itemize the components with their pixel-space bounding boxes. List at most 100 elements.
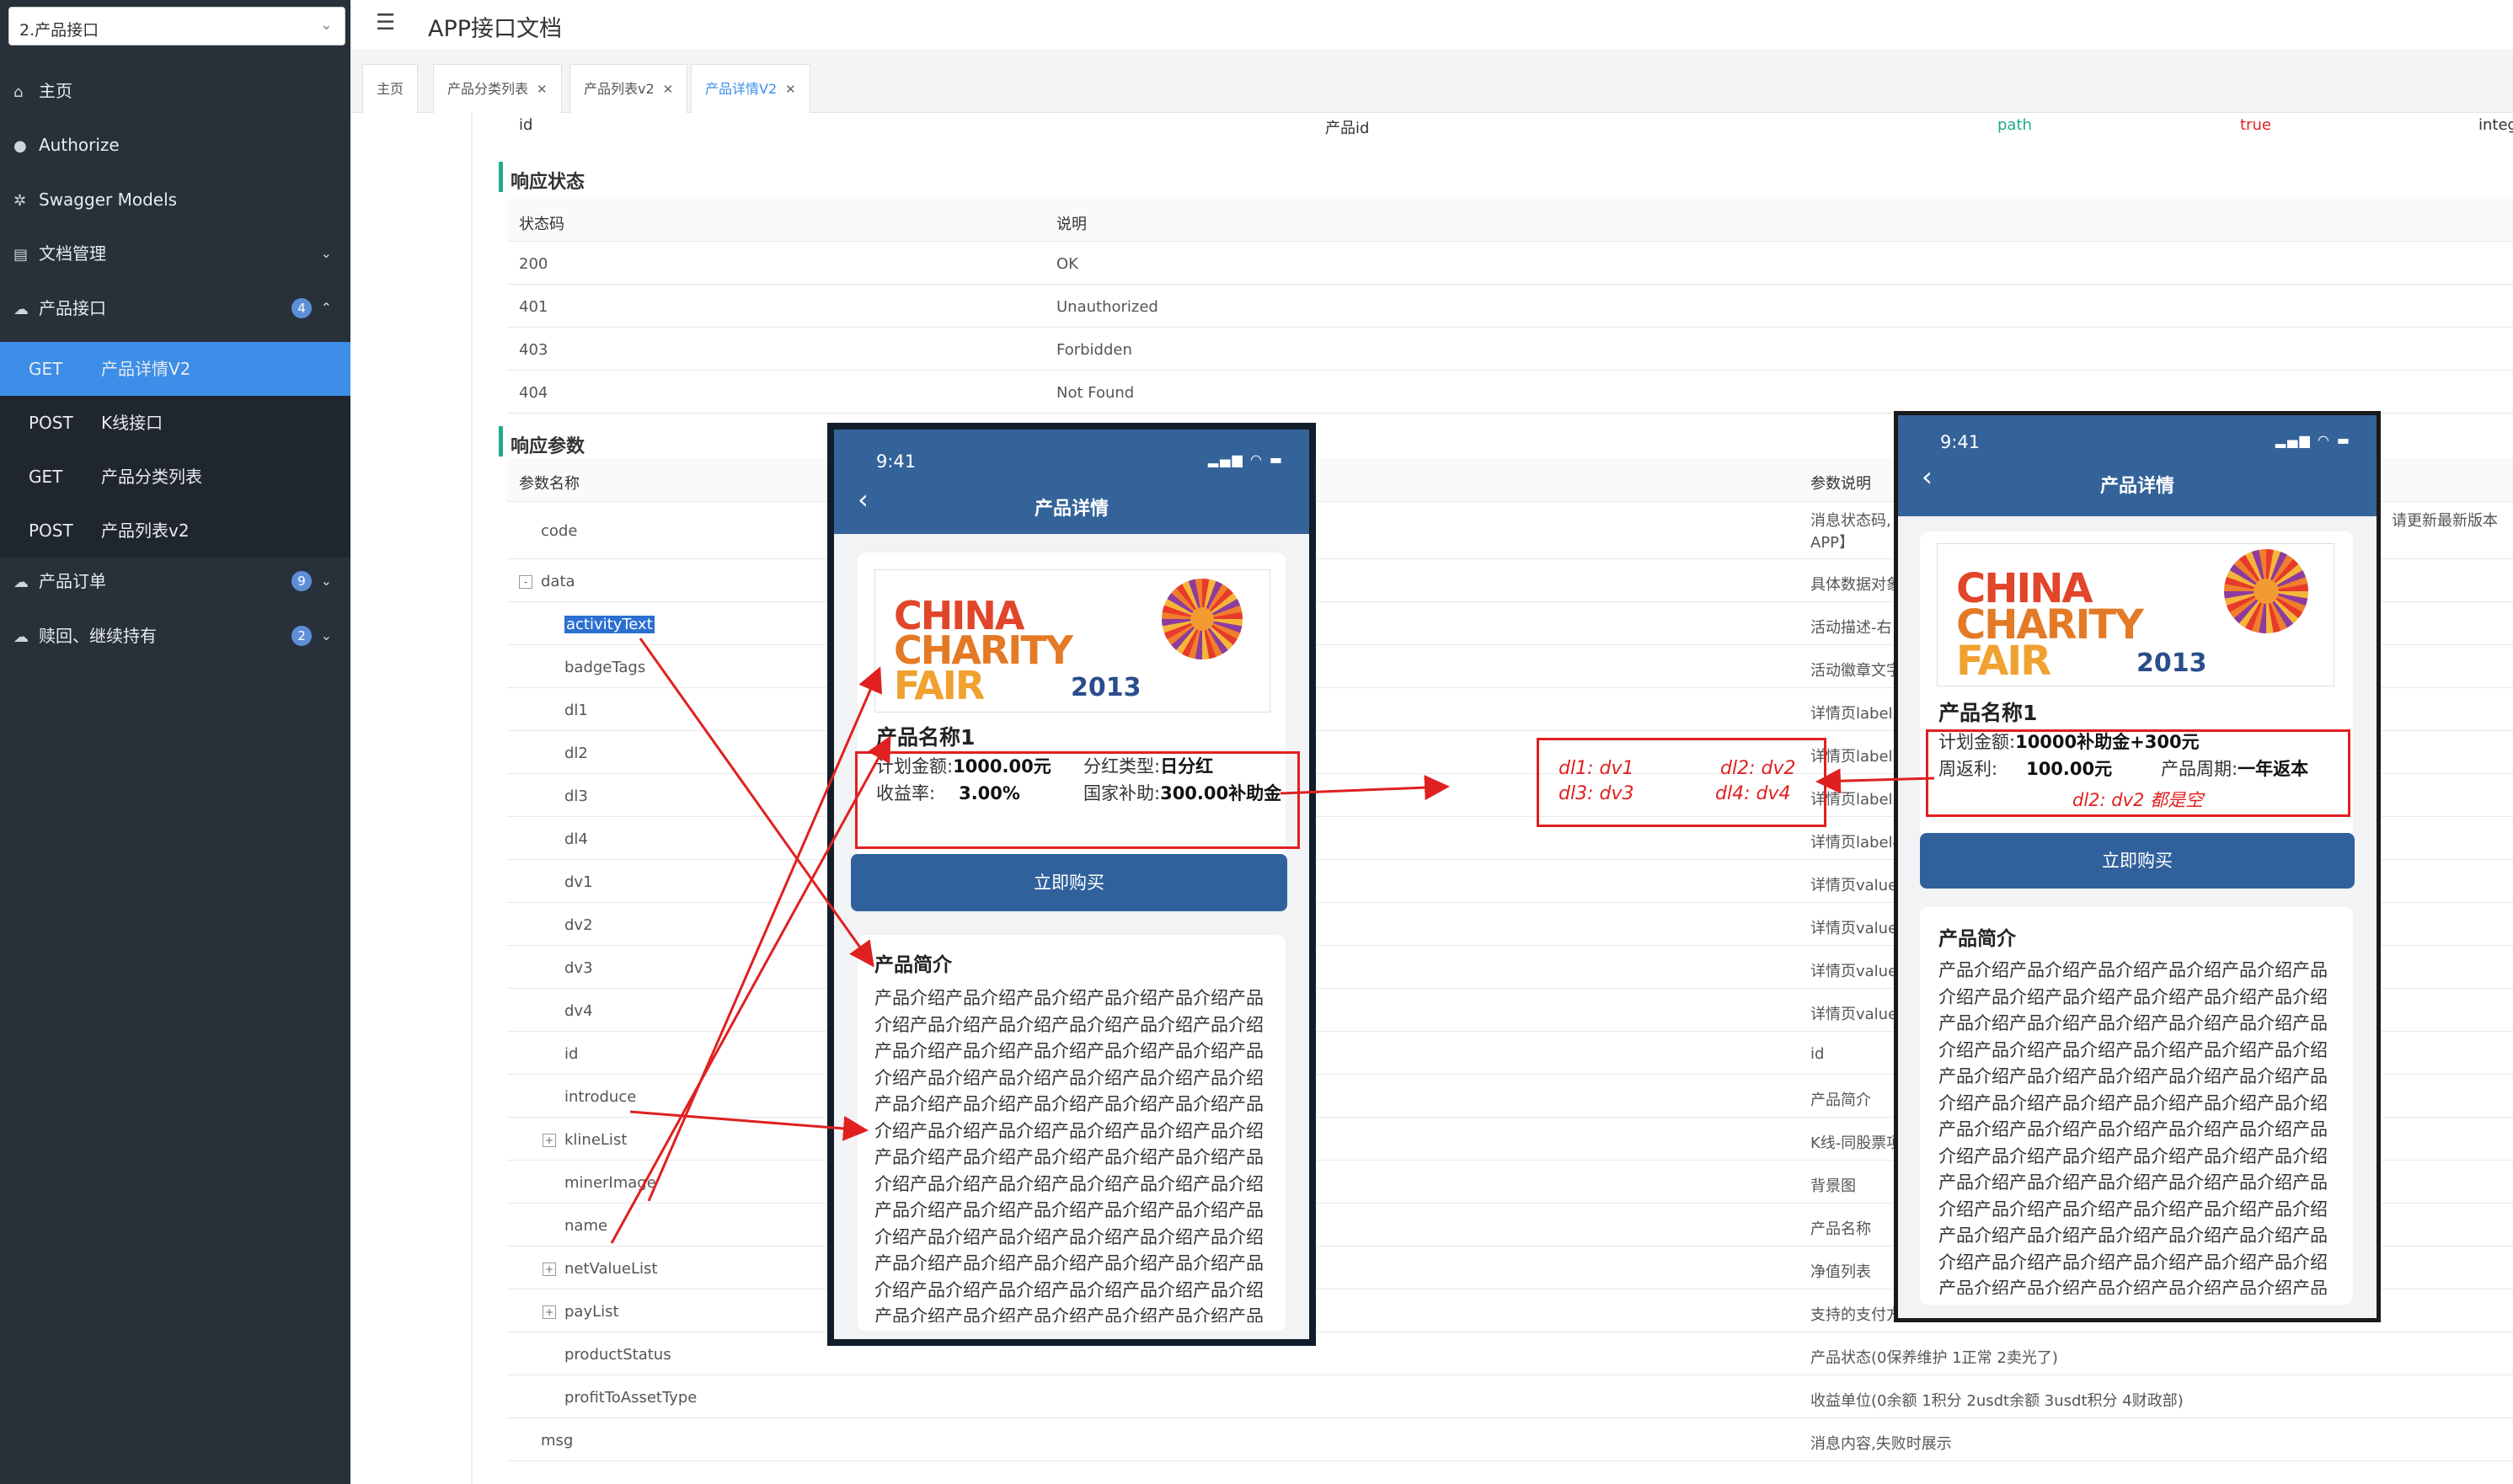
intro-card: 产品简介 产品介绍产品介绍产品介绍产品介绍产品介绍产品介绍产品介绍产品介绍产品介… (1920, 907, 2353, 1305)
logo-text: CHINA CHARITY FAIR (894, 596, 1073, 705)
tab-home[interactable]: 主页 (362, 64, 419, 113)
param-name: dl2 (564, 745, 588, 762)
param-desc: id (1810, 1045, 1825, 1063)
table-row: 401 Unauthorized (507, 285, 2513, 328)
sidebar-subitem-label: 产品列表v2 (101, 520, 190, 541)
param-desc: 产品简介 (1810, 1092, 1871, 1109)
table-header: 状态码 说明 (507, 199, 2513, 242)
tab-label: 主页 (377, 81, 404, 97)
column-header: 状态码 (519, 216, 564, 233)
param-name: data (541, 573, 575, 590)
param-name: id (519, 116, 533, 134)
count-badge: 9 (291, 571, 312, 591)
page-title: APP接口文档 (428, 16, 563, 42)
param-desc: 详情页value4 (1810, 1006, 1907, 1023)
count-badge: 4 (291, 298, 312, 318)
api-group-value: 2.产品接口 (19, 21, 99, 40)
status-code: 403 (519, 341, 548, 359)
menu-toggle-icon[interactable]: ☰ (376, 10, 395, 35)
param-name: msg (541, 1432, 574, 1449)
phone-mockup-target: 9:41 ▂▄▆ ◠ ▬ ‹ 产品详情 CHINA CHARITY FAIR 2… (1894, 411, 2381, 1322)
sidebar-item-label: 文档管理 (39, 243, 106, 264)
sidebar-item-label: Authorize (39, 135, 120, 155)
close-icon[interactable]: ✕ (663, 82, 674, 97)
header: ☰ APP接口文档 (350, 0, 2513, 51)
param-desc: 收益单位(0余额 1积分 2usdt余额 3usdt积分 4财政部) (1810, 1392, 2184, 1410)
collapse-toggle[interactable]: - (519, 575, 532, 589)
chevron-down-icon: ⌄ (320, 245, 332, 261)
param-name-cell: - data (519, 573, 575, 590)
lock-icon: ● (13, 137, 27, 155)
param-desc: 详情页label4 (1810, 834, 1902, 851)
param-name: payList (564, 1303, 619, 1321)
sidebar-item-label: 产品接口 (39, 298, 106, 318)
request-param-row: id 产品id path true integ (350, 113, 2513, 140)
param-name: minerImage (564, 1174, 656, 1192)
param-desc: 消息内容,失败时展示 (1810, 1435, 1952, 1453)
annotation-note: dl2: dv2 都是空 (2072, 790, 2204, 810)
phone-title: 产品详情 (2099, 476, 2174, 497)
logo-year: 2013 (1071, 673, 1142, 702)
table-row: productStatus 产品状态(0保养维护 1正常 2卖光了) (507, 1332, 2513, 1375)
api-group-select[interactable]: 2.产品接口 ⌄ (8, 7, 345, 45)
count-badge: 2 (291, 626, 312, 646)
buy-now-button[interactable]: 立即购买 (1920, 833, 2355, 889)
sidebar-subitem-product-list-v2[interactable]: POST 产品列表v2 (0, 504, 350, 558)
close-icon[interactable]: ✕ (785, 82, 796, 97)
param-name: netValueList (564, 1260, 658, 1278)
table-row: 404 Not Found (507, 371, 2513, 414)
intro-title: 产品简介 (1938, 928, 2016, 950)
annotation-mapping: dl2: dv2 (1720, 758, 1796, 779)
expand-toggle[interactable]: + (543, 1134, 556, 1147)
sidebar-subitem-kline[interactable]: POST K线接口 (0, 396, 350, 450)
status-desc: Not Found (1056, 384, 1135, 402)
tab-category-list[interactable]: 产品分类列表 ✕ (433, 64, 562, 113)
sidebar-item-home[interactable]: ⌂ 主页 (0, 64, 350, 118)
param-name: klineList (564, 1131, 628, 1149)
expand-toggle[interactable]: + (543, 1305, 556, 1319)
sidebar-subitem-product-detail-v2[interactable]: GET 产品详情V2 (0, 342, 350, 396)
close-icon[interactable]: ✕ (537, 82, 548, 97)
sidebar-item-swagger-models[interactable]: ✲ Swagger Models (0, 173, 350, 227)
param-name: dl4 (564, 830, 588, 848)
expand-toggle[interactable]: + (543, 1262, 556, 1276)
sidebar-subitem-label: 产品分类列表 (101, 467, 202, 487)
param-desc: 产品状态(0保养维护 1正常 2卖光了) (1810, 1349, 2058, 1367)
annotation-mapping: dl4: dv4 (1715, 783, 1791, 804)
chevron-down-icon: ⌄ (320, 573, 332, 589)
logo-year: 2013 (2136, 649, 2207, 678)
tab-product-detail-v2[interactable]: 产品详情V2 ✕ (691, 64, 810, 113)
sidebar-item-authorize[interactable]: ● Authorize (0, 118, 350, 172)
chevron-down-icon: ⌄ (320, 627, 332, 643)
doc-icon: ▤ (13, 246, 29, 264)
sidebar-item-product-order[interactable]: ☁ 产品订单 9 ⌄ (0, 554, 350, 608)
logo-line: FAIR (1956, 638, 2051, 686)
section-title-response-params: 响应参数 (499, 426, 585, 458)
sidebar-item-redeem[interactable]: ☁ 赎回、继续持有 2 ⌄ (0, 609, 350, 663)
buy-now-button[interactable]: 立即购买 (851, 854, 1287, 911)
tab-product-list-v2[interactable]: 产品列表v2 ✕ (569, 64, 688, 113)
param-desc-line2: APP】 (1810, 534, 1855, 552)
status-desc: Forbidden (1056, 341, 1132, 359)
param-desc-overflow: 请更新最新版本 (2392, 512, 2498, 530)
tab-label: 产品详情V2 (705, 81, 778, 97)
param-name: badgeTags (564, 659, 646, 676)
param-in: path (1997, 116, 2032, 134)
param-name: dl3 (564, 787, 588, 805)
sidebar-item-label: 主页 (39, 81, 72, 101)
annotation-mapping: dl1: dv1 (1559, 758, 1634, 779)
table-row: 200 OK (507, 242, 2513, 285)
column-header: 参数名称 (519, 475, 580, 493)
product-name: 产品名称1 (1938, 701, 2038, 725)
sidebar-item-product-api[interactable]: ☁ 产品接口 4 ⌃ (0, 281, 350, 335)
divider (471, 113, 473, 1484)
param-desc: 详情页value3 (1810, 963, 1907, 980)
param-required: true (2240, 116, 2271, 134)
param-desc: 产品id (1325, 120, 1370, 137)
status-code: 401 (519, 298, 548, 316)
sidebar-subitem-category-list[interactable]: GET 产品分类列表 (0, 450, 350, 504)
intro-card: 产品简介 产品介绍产品介绍产品介绍产品介绍产品介绍产品介绍产品介绍产品介绍产品介… (858, 935, 1286, 1331)
sidebar-item-doc-management[interactable]: ▤ 文档管理 ⌄ (0, 227, 350, 280)
sunburst-logo-icon (1162, 579, 1243, 659)
phone-title: 产品详情 (1034, 499, 1109, 520)
